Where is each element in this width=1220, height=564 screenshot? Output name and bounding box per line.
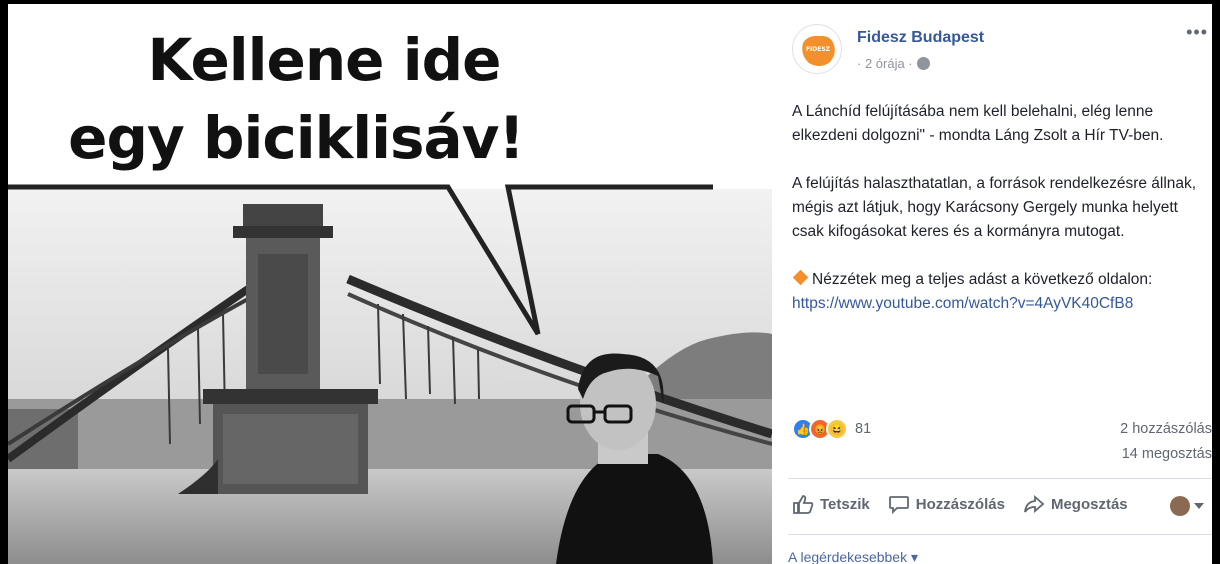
post-paragraph-3: Nézzétek meg a teljes adást a következő …	[792, 268, 1212, 292]
more-options-icon[interactable]: •••	[1186, 22, 1208, 43]
share-button[interactable]: Megosztás	[1023, 494, 1128, 514]
post-time[interactable]: · 2 órája ·	[857, 56, 913, 71]
post-text: A Lánchíd felújításába nem kell belehaln…	[792, 100, 1212, 316]
like-button[interactable]: Tetszik	[792, 494, 870, 514]
viewer-avatar	[1170, 496, 1190, 516]
fidesz-logo-icon: FIDESZ	[802, 35, 835, 66]
thumbs-up-icon	[793, 495, 814, 514]
post-paragraph-1: A Lánchíd felújításába nem kell belehaln…	[792, 103, 1164, 144]
facebook-post: FIDESZ Fidesz Budapest · 2 órája · ••• A…	[772, 4, 1212, 564]
image-headline-line2: egy biciklisáv!	[68, 104, 525, 172]
viewer-selector[interactable]	[1170, 496, 1204, 516]
post-actions: Tetszik Hozzászólás Megosztás	[792, 494, 1146, 514]
reaction-count: 81	[855, 421, 872, 437]
chevron-down-icon	[1194, 503, 1204, 509]
page-avatar[interactable]: FIDESZ	[792, 24, 842, 74]
share-icon	[1024, 495, 1045, 513]
youtube-link[interactable]: https://www.youtube.com/watch?v=4AyVK40C…	[792, 292, 1212, 316]
shares-count[interactable]: 14 megosztás	[1122, 446, 1212, 462]
post-meta: · 2 órája ·	[857, 56, 930, 71]
share-label: Megosztás	[1050, 495, 1128, 513]
comment-icon	[888, 496, 909, 514]
reactions-summary[interactable]: 👍 😡 😆 81	[792, 418, 871, 440]
like-label: Tetszik	[820, 495, 870, 513]
image-headline-line1: Kellene ide	[147, 26, 502, 94]
globe-icon	[916, 57, 930, 70]
comment-button[interactable]: Hozzászólás	[888, 494, 1005, 514]
comment-sort-dropdown[interactable]: A legérdekesebbek ▾	[788, 549, 918, 564]
comment-label: Hozzászólás	[915, 495, 1005, 513]
post-image[interactable]: Kellene ide egy biciklisáv!	[8, 4, 772, 564]
page-name[interactable]: Fidesz Budapest	[857, 29, 984, 47]
post-paragraph-2: A felújítás halaszthatatlan, a források …	[792, 175, 1197, 240]
haha-reaction-icon: 😆	[826, 418, 848, 440]
logo-text: FIDESZ	[806, 46, 831, 53]
divider	[788, 534, 1212, 535]
orange-diamond-icon	[792, 269, 809, 286]
comments-count[interactable]: 2 hozzászólás	[1120, 421, 1212, 437]
divider	[788, 478, 1212, 479]
